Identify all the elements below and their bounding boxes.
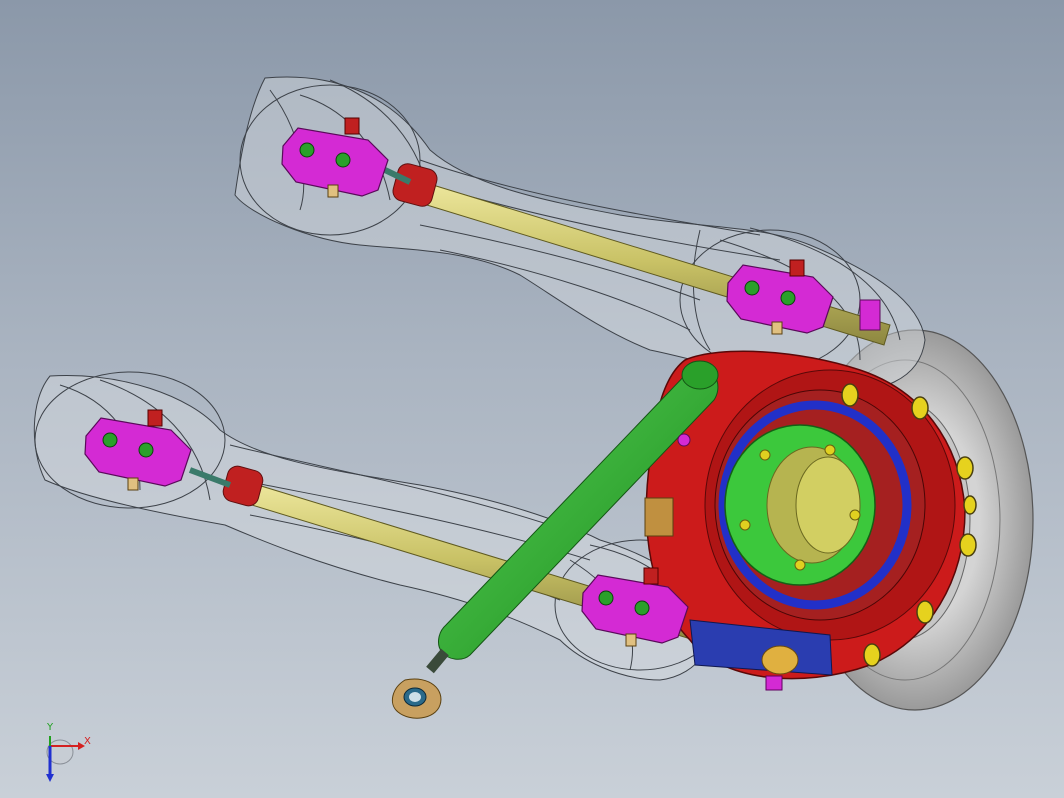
suspension-assembly-model[interactable] [0, 0, 1064, 798]
coordinate-triad: X Y [38, 722, 98, 786]
triad-x-label: X [84, 736, 91, 747]
wheel-hub[interactable] [724, 424, 876, 586]
tie-rod-ball-joint [677, 433, 691, 447]
triad-y-label: Y [47, 722, 54, 733]
3d-viewport[interactable]: X Y [0, 0, 1064, 798]
upper-joint-nut [859, 299, 881, 331]
rod-end[interactable] [391, 678, 442, 719]
